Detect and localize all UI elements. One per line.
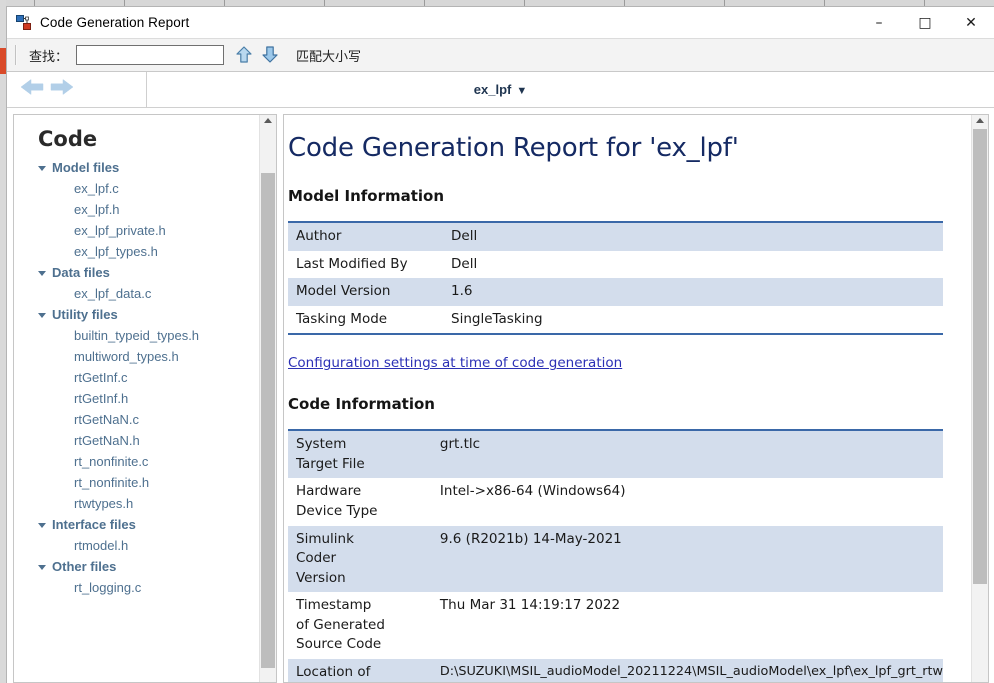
tree-file-rtwtypes-h[interactable]: rtwtypes.h bbox=[26, 493, 259, 514]
table-row: Last Modified By Dell bbox=[288, 251, 943, 279]
caret-down-icon[interactable] bbox=[38, 523, 46, 528]
navigation-bar: ex_lpf ▼ bbox=[7, 71, 994, 108]
row-key: Author bbox=[296, 228, 342, 244]
tree-file-rt-nonfinite-h[interactable]: rt_nonfinite.h bbox=[26, 472, 259, 493]
page-title: Code Generation Report for 'ex_lpf' bbox=[288, 133, 739, 163]
caret-down-icon[interactable] bbox=[38, 166, 46, 171]
toolbar-grip[interactable] bbox=[15, 45, 17, 65]
row-value: D:\SUZUKI\MSIL_audioModel_20211224\MSIL_… bbox=[439, 663, 943, 679]
tree-file-multiword-types-h[interactable]: multiword_types.h bbox=[26, 346, 259, 367]
tree-file-ex-lpf-h[interactable]: ex_lpf.h bbox=[26, 199, 259, 220]
row-key: System Target File bbox=[296, 436, 365, 472]
scroll-up-icon[interactable] bbox=[264, 118, 272, 123]
close-button[interactable]: ✕ bbox=[948, 7, 994, 38]
tree-file-ex-lpf-private-h[interactable]: ex_lpf_private.h bbox=[26, 220, 259, 241]
tree-heading: Code bbox=[38, 127, 98, 151]
code-information-heading: Code Information bbox=[288, 395, 435, 414]
row-key: Timestamp of Generated Source Code bbox=[296, 597, 385, 653]
table-row: Tasking Mode SingleTasking bbox=[288, 306, 943, 335]
table-row: System Target File grt.tlc bbox=[288, 430, 943, 479]
minimize-button[interactable]: – bbox=[856, 7, 902, 38]
tree-file-rtmodel-h[interactable]: rtmodel.h bbox=[26, 535, 259, 556]
find-label: 查找： bbox=[29, 49, 69, 65]
tree-file-rt-logging-c[interactable]: rt_logging.c bbox=[26, 577, 259, 598]
row-value: SingleTasking bbox=[451, 310, 543, 327]
match-case-label[interactable]: 匹配大小写 bbox=[296, 46, 361, 65]
report-content: Code Generation Report for 'ex_lpf' Mode… bbox=[284, 115, 971, 682]
window-controls: – □ ✕ bbox=[856, 7, 994, 38]
row-value: 1.6 bbox=[451, 283, 473, 300]
arrow-right-icon[interactable] bbox=[45, 76, 75, 103]
tree-group-label: Data files bbox=[52, 265, 110, 280]
row-value: Thu Mar 31 14:19:17 2022 bbox=[439, 597, 621, 614]
tree-file-rtgetinf-h[interactable]: rtGetInf.h bbox=[26, 388, 259, 409]
caret-down-icon[interactable] bbox=[38, 313, 46, 318]
tree-group-model-files[interactable]: Model files bbox=[26, 157, 259, 178]
row-value: grt.tlc bbox=[439, 436, 481, 453]
tree-group-data-files[interactable]: Data files bbox=[26, 262, 259, 283]
tree-file-ex-lpf-c[interactable]: ex_lpf.c bbox=[26, 178, 259, 199]
configuration-settings-link[interactable]: Configuration settings at time of code g… bbox=[288, 355, 622, 371]
scroll-up-icon[interactable] bbox=[976, 118, 984, 123]
arrow-up-icon[interactable] bbox=[234, 44, 254, 66]
tree-file-rtgetnan-h[interactable]: rtGetNaN.h bbox=[26, 430, 259, 451]
tree-scrollbar[interactable] bbox=[259, 115, 276, 682]
model-dropdown: ex_lpf ▼ bbox=[7, 82, 994, 97]
tree-file-rtgetnan-c[interactable]: rtGetNaN.c bbox=[26, 409, 259, 430]
tree-group-label: Model files bbox=[52, 160, 120, 175]
row-value: Dell bbox=[451, 255, 478, 272]
find-toolbar: 查找： 匹配大小写 bbox=[7, 38, 994, 72]
tree-file-ex-lpf-data-c[interactable]: ex_lpf_data.c bbox=[26, 283, 259, 304]
tree-group-other-files[interactable]: Other files bbox=[26, 556, 259, 577]
nav-arrow-group bbox=[7, 71, 147, 108]
tree-file-ex-lpf-types-h[interactable]: ex_lpf_types.h bbox=[26, 241, 259, 262]
tree-group-utility-files[interactable]: Utility files bbox=[26, 304, 259, 325]
caret-down-icon[interactable] bbox=[38, 271, 46, 276]
window-body: Code Model files ex_lpf.c ex_lpf.h ex_lp… bbox=[7, 108, 994, 683]
report-content-pane: Code Generation Report for 'ex_lpf' Mode… bbox=[283, 114, 989, 683]
code-tree: Code Model files ex_lpf.c ex_lpf.h ex_lp… bbox=[14, 115, 259, 682]
row-value: Intel->x86-64 (Windows64) bbox=[439, 483, 626, 500]
tree-group-label: Utility files bbox=[52, 307, 118, 322]
search-input[interactable] bbox=[76, 45, 225, 65]
tree-scrollbar-thumb[interactable] bbox=[261, 173, 275, 668]
row-key: Last Modified By bbox=[296, 255, 408, 272]
table-row: Timestamp of Generated Source Code Thu M… bbox=[288, 592, 943, 659]
caret-down-icon[interactable] bbox=[38, 565, 46, 570]
tree-group-label: Interface files bbox=[52, 517, 136, 532]
tree-file-rtgetinf-c[interactable]: rtGetInf.c bbox=[26, 367, 259, 388]
tree-file-builtin-typeid-types-h[interactable]: builtin_typeid_types.h bbox=[26, 325, 259, 346]
row-value: 9.6 (R2021b) 14-May-2021 bbox=[439, 530, 622, 547]
row-key: Hardware Device Type bbox=[296, 483, 378, 519]
model-name-label[interactable]: ex_lpf bbox=[474, 82, 512, 97]
row-value: Dell bbox=[451, 228, 478, 244]
arrow-down-icon[interactable] bbox=[260, 44, 280, 66]
code-generation-report-window: Code Generation Report – □ ✕ 查找： 匹配大小写 e… bbox=[6, 6, 994, 683]
model-information-table: Author Dell Last Modified By Dell Model … bbox=[288, 221, 943, 336]
row-key: Model Version bbox=[296, 283, 391, 300]
code-tree-pane: Code Model files ex_lpf.c ex_lpf.h ex_lp… bbox=[13, 114, 277, 683]
model-information-heading: Model Information bbox=[288, 187, 445, 205]
tree-group-label: Other files bbox=[52, 559, 117, 574]
table-row: Author Dell bbox=[288, 222, 943, 251]
table-row: Location of Generated Source Code D:\SUZ… bbox=[288, 658, 943, 682]
content-scrollbar[interactable] bbox=[971, 115, 988, 682]
content-scrollbar-thumb[interactable] bbox=[973, 129, 987, 584]
table-row: Simulink Coder Version 9.6 (R2021b) 14-M… bbox=[288, 525, 943, 593]
window-title: Code Generation Report bbox=[40, 15, 190, 30]
table-row: Model Version 1.6 bbox=[288, 278, 943, 306]
chevron-down-icon[interactable]: ▼ bbox=[516, 85, 527, 97]
simulink-block-icon bbox=[16, 14, 32, 31]
code-information-table: System Target File grt.tlc Hardware Devi… bbox=[288, 429, 943, 682]
window-titlebar: Code Generation Report – □ ✕ bbox=[7, 7, 994, 38]
tree-file-rt-nonfinite-c[interactable]: rt_nonfinite.c bbox=[26, 451, 259, 472]
row-key: Location of Generated Source Code bbox=[296, 663, 371, 680]
row-key: Tasking Mode bbox=[296, 310, 388, 327]
row-key: Simulink Coder Version bbox=[296, 530, 354, 586]
tree-group-interface-files[interactable]: Interface files bbox=[26, 514, 259, 535]
table-row: Hardware Device Type Intel->x86-64 (Wind… bbox=[288, 478, 943, 525]
maximize-button[interactable]: □ bbox=[902, 7, 948, 38]
